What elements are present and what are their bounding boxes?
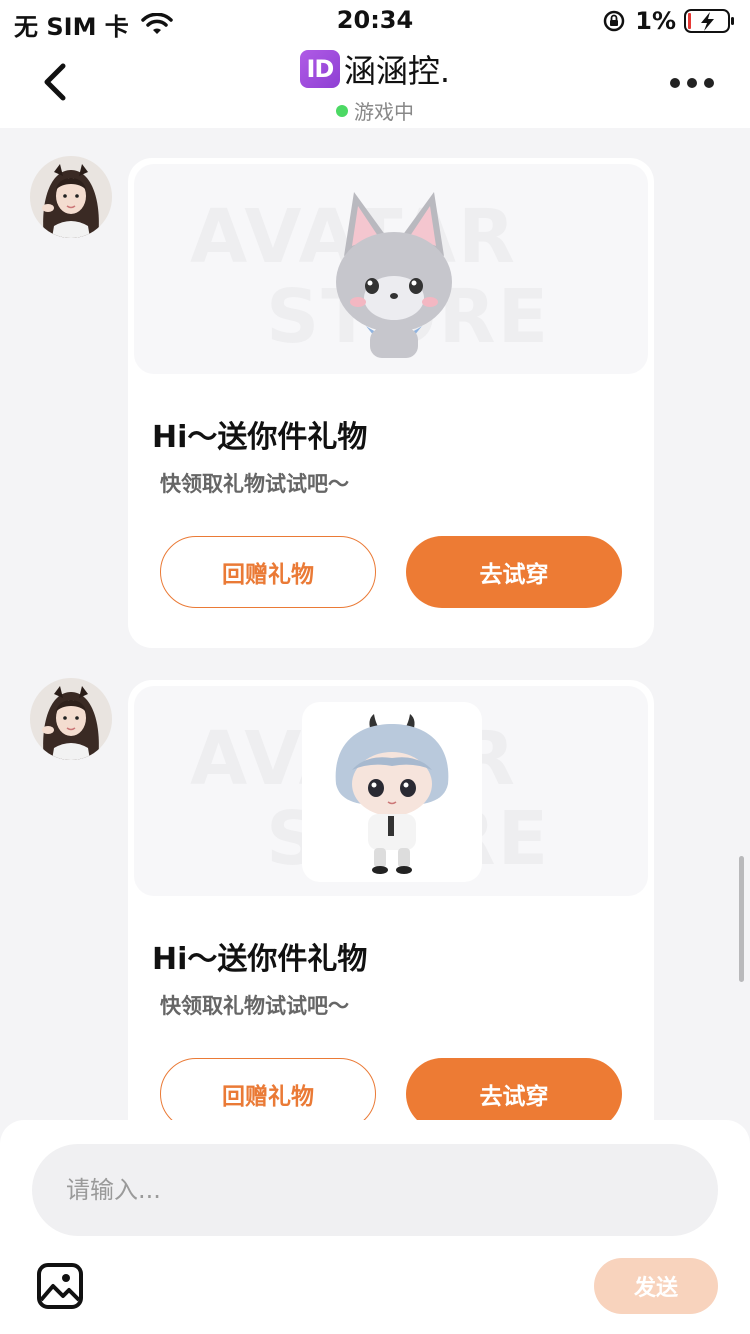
battery-percent: 1% — [635, 7, 676, 35]
return-gift-button[interactable]: 回赠礼物 — [160, 536, 376, 608]
online-dot-icon — [336, 104, 348, 117]
gift-card-title: Hi～送你件礼物 — [152, 942, 368, 977]
status-bar: 无 SIM 卡 20:34 1% — [0, 0, 750, 41]
status-right: 1% — [603, 7, 736, 35]
contact-name: 涵涵控. — [343, 52, 451, 90]
image-picker-button[interactable] — [36, 1262, 84, 1310]
more-dot-icon — [704, 78, 714, 88]
more-options-button[interactable] — [670, 70, 714, 96]
sender-avatar[interactable] — [30, 678, 112, 760]
more-dot-icon — [670, 78, 680, 88]
contact-status: 游戏中 — [0, 96, 750, 125]
battery-charging-icon — [684, 9, 734, 33]
gift-card[interactable]: AVATAR STORE Hi～送你件礼物 快领取礼物试试吧～ — [128, 158, 654, 648]
message-input[interactable] — [32, 1144, 718, 1236]
chat-screen: 无 SIM 卡 20:34 1% ID 涵涵控. 游戏中 Hi～送你件礼物 快领… — [0, 0, 750, 1334]
gift-card[interactable]: AVATAR STORE — [128, 680, 654, 1150]
gift-banner: AVATAR STORE — [134, 686, 648, 896]
gift-thumbnail — [302, 702, 482, 882]
contact-status-text: 游戏中 — [354, 100, 414, 124]
conversation-title: ID 涵涵控. — [0, 46, 750, 92]
gray-fox-plush-icon — [336, 192, 452, 358]
gift-card-subtitle: 快领取礼物试试吧～ — [160, 994, 349, 1018]
gift-banner: AVATAR STORE — [134, 164, 648, 374]
girl-avatar-icon — [30, 678, 112, 760]
scrollbar[interactable] — [739, 856, 744, 982]
gift-card-title: Hi～送你件礼物 — [152, 420, 368, 455]
image-icon — [37, 1263, 83, 1309]
send-button[interactable]: 发送 — [594, 1258, 718, 1314]
sender-avatar[interactable] — [30, 156, 112, 238]
nav-bar: ID 涵涵控. 游戏中 — [0, 40, 750, 128]
girl-avatar-icon — [30, 156, 112, 238]
chibi-demon-boy-icon — [335, 714, 449, 874]
id-badge: ID — [299, 50, 340, 88]
try-on-button[interactable]: 去试穿 — [406, 536, 622, 608]
more-dot-icon — [687, 78, 697, 88]
rotation-lock-icon — [604, 10, 625, 32]
gift-card-subtitle: 快领取礼物试试吧～ — [160, 472, 349, 496]
composer-panel: 发送 — [0, 1120, 750, 1334]
